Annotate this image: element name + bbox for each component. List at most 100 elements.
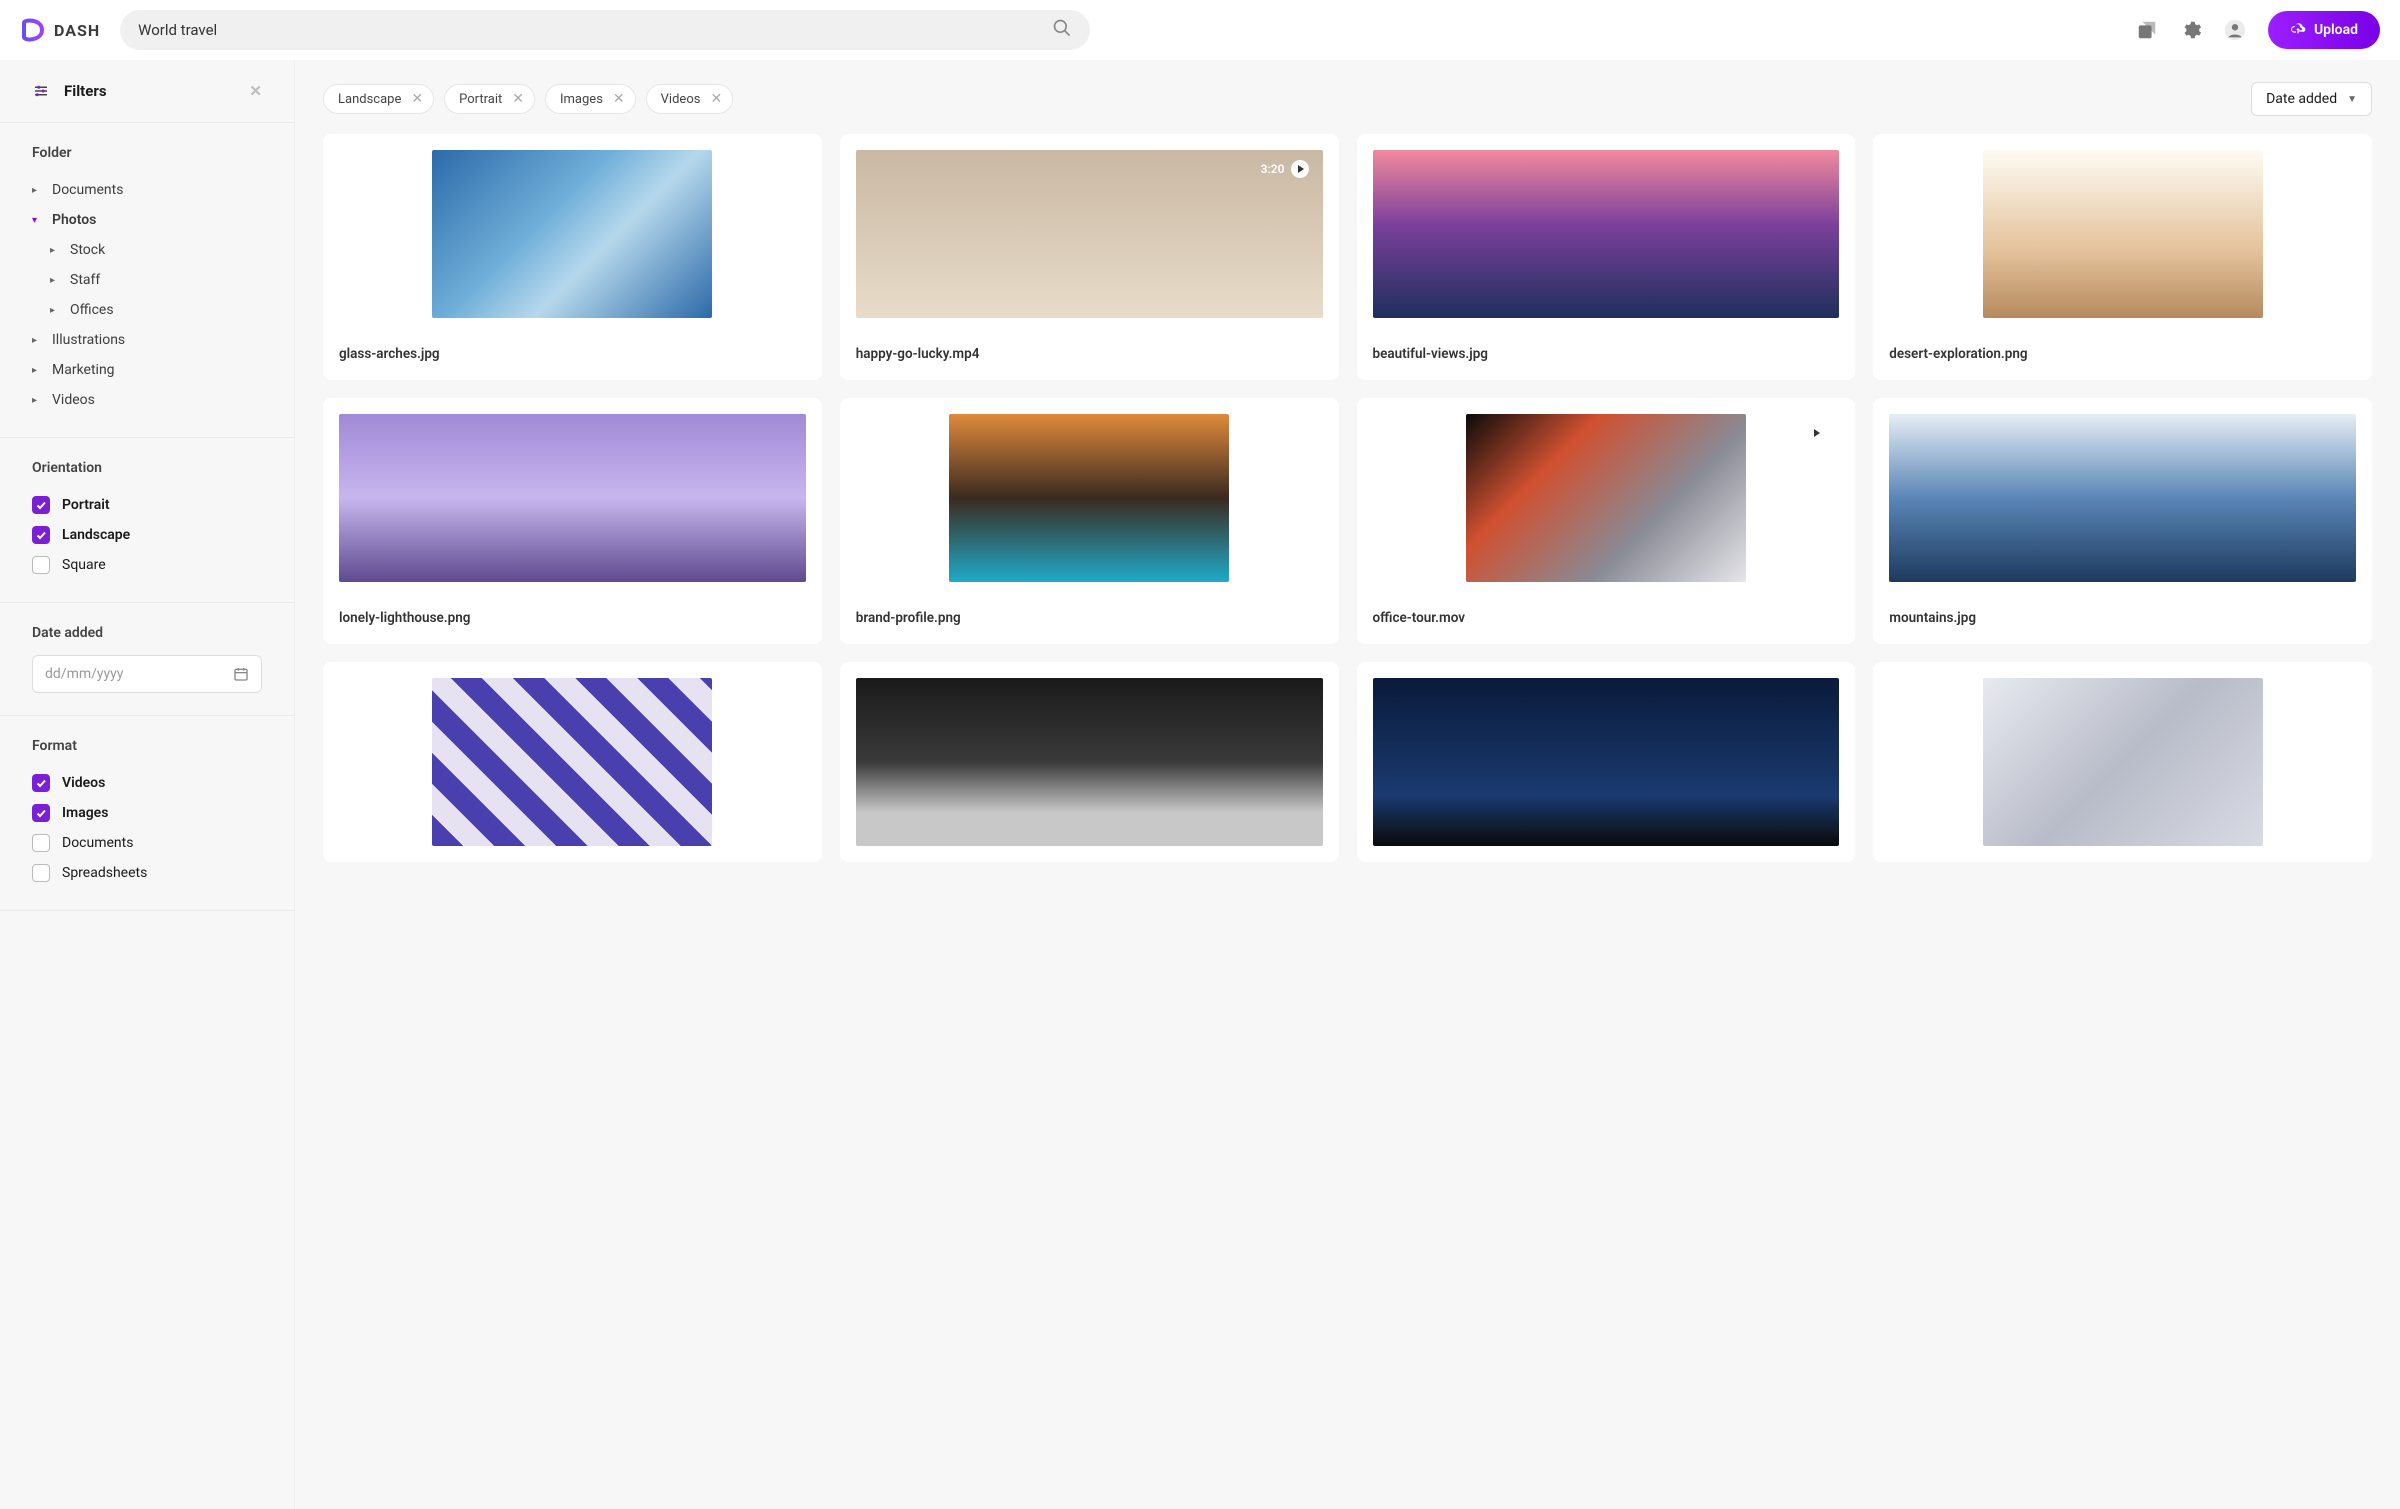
search-icon[interactable] [1052, 18, 1072, 42]
caret-icon: ▸ [50, 245, 60, 256]
format-heading: Format [32, 738, 262, 754]
folder-item[interactable]: ▸Illustrations [32, 325, 262, 355]
folder-item[interactable]: ▸ Stock [50, 235, 262, 265]
thumbnail [1873, 398, 2372, 598]
asset-card[interactable]: desert-exploration.png [1873, 134, 2372, 380]
thumbnail [323, 134, 822, 334]
asset-filename: desert-exploration.png [1873, 334, 2372, 380]
logo-icon [20, 17, 46, 43]
folder-item[interactable]: ▸Documents [32, 175, 262, 205]
calendar-icon [233, 666, 249, 682]
checkbox-label: Images [62, 805, 108, 821]
checkbox-row[interactable]: Documents [32, 828, 262, 858]
folder-label: Stock [70, 242, 105, 258]
checkbox-row[interactable]: Spreadsheets [32, 858, 262, 888]
upload-label: Upload [2314, 22, 2358, 38]
folder-item[interactable]: ▾Photos [32, 205, 262, 235]
upload-button[interactable]: Upload [2268, 11, 2380, 49]
filter-chip[interactable]: Images ✕ [545, 84, 636, 114]
thumbnail [1357, 662, 1856, 862]
asset-card[interactable]: glass-arches.jpg [323, 134, 822, 380]
close-filters-icon[interactable]: ✕ [249, 82, 262, 100]
chevron-down-icon: ▼ [2347, 94, 2357, 105]
asset-card[interactable] [323, 662, 822, 862]
checkbox-row[interactable]: Landscape [32, 520, 262, 550]
video-duration-badge: 3:20 [1261, 160, 1309, 178]
checkbox-row[interactable]: Square [32, 550, 262, 580]
thumbnail: 3:20 [1357, 398, 1856, 598]
asset-card[interactable]: 3:20happy-go-lucky.mp4 [840, 134, 1339, 380]
folder-label: Offices [70, 302, 114, 318]
chip-remove-icon[interactable]: ✕ [710, 91, 722, 107]
checkbox[interactable] [32, 526, 50, 544]
checkbox[interactable] [32, 804, 50, 822]
cloud-upload-icon [2290, 22, 2306, 38]
checkbox[interactable] [32, 496, 50, 514]
chip-remove-icon[interactable]: ✕ [512, 91, 524, 107]
filter-chip[interactable]: Videos ✕ [646, 84, 734, 114]
sidebar: Filters ✕ Folder ▸Documents▾Photos▸Stock… [0, 60, 295, 1509]
chip-remove-icon[interactable]: ✕ [613, 91, 625, 107]
sort-label: Date added [2266, 91, 2337, 107]
chip-remove-icon[interactable]: ✕ [411, 91, 423, 107]
filter-chip[interactable]: Portrait✕ [444, 84, 535, 114]
checkbox-label: Landscape [62, 527, 130, 543]
folder-heading: Folder [32, 145, 262, 161]
caret-icon: ▸ [32, 185, 42, 196]
thumbnail: 3:20 [840, 134, 1339, 334]
checkbox[interactable] [32, 864, 50, 882]
date-placeholder: dd/mm/yyyy [45, 666, 123, 682]
play-icon [1291, 160, 1309, 178]
chip-label: Videos [661, 92, 701, 107]
format-section: Format Videos Images Documents Spreadsheets [0, 716, 294, 911]
folder-item[interactable]: ▸Offices [50, 295, 262, 325]
asset-filename: lonely-lighthouse.png [323, 598, 822, 644]
filter-chip[interactable]: Landscape✕ [323, 84, 434, 114]
search-bar[interactable] [120, 10, 1090, 50]
asset-filename: brand-profile.png [840, 598, 1339, 644]
thumbnail [1873, 134, 2372, 334]
search-input[interactable] [138, 21, 1052, 39]
checkbox-row[interactable]: Images [32, 798, 262, 828]
checkbox[interactable] [32, 834, 50, 852]
asset-card[interactable]: brand-profile.png [840, 398, 1339, 644]
asset-filename: mountains.jpg [1873, 598, 2372, 644]
thumbnail [323, 662, 822, 862]
thumbnail [1873, 662, 2372, 862]
caret-icon: ▸ [32, 365, 42, 376]
orientation-section: Orientation PortraitLandscapeSquare [0, 438, 294, 603]
checkbox[interactable] [32, 556, 50, 574]
checkbox-label: Documents [62, 835, 133, 851]
caret-icon: ▸ [32, 395, 42, 406]
account-icon[interactable] [2224, 19, 2246, 41]
thumbnail [323, 398, 822, 598]
checkbox-row[interactable]: Videos [32, 768, 262, 798]
folder-item[interactable]: ▸Marketing [32, 355, 262, 385]
filters-title: Filters [64, 82, 107, 100]
asset-card[interactable] [1357, 662, 1856, 862]
asset-card[interactable]: mountains.jpg [1873, 398, 2372, 644]
folder-item[interactable]: ▸Staff [50, 265, 262, 295]
collections-icon[interactable] [2136, 19, 2158, 41]
gear-icon[interactable] [2180, 19, 2202, 41]
play-icon [1807, 424, 1825, 442]
chip-label: Images [560, 92, 603, 107]
checkbox-row[interactable]: Portrait [32, 490, 262, 520]
date-input[interactable]: dd/mm/yyyy [32, 655, 262, 693]
asset-card[interactable] [840, 662, 1339, 862]
caret-icon: ▾ [32, 215, 42, 226]
asset-card[interactable]: 3:20office-tour.mov [1357, 398, 1856, 644]
folder-item[interactable]: ▸Videos [32, 385, 262, 415]
thumbnail [840, 662, 1339, 862]
checkbox-label: Square [62, 557, 106, 573]
main-content: Landscape✕ Portrait✕ Images ✕ Videos ✕ Date a… [295, 60, 2400, 1509]
asset-card[interactable] [1873, 662, 2372, 862]
thumbnail [1357, 134, 1856, 334]
asset-card[interactable]: lonely-lighthouse.png [323, 398, 822, 644]
logo[interactable]: DASH [20, 17, 100, 43]
asset-card[interactable]: beautiful-views.jpg [1357, 134, 1856, 380]
video-duration-badge: 3:20 [1777, 424, 1825, 442]
topbar: DASH Upload [0, 0, 2400, 60]
checkbox[interactable] [32, 774, 50, 792]
sort-button[interactable]: Date added ▼ [2251, 82, 2372, 116]
